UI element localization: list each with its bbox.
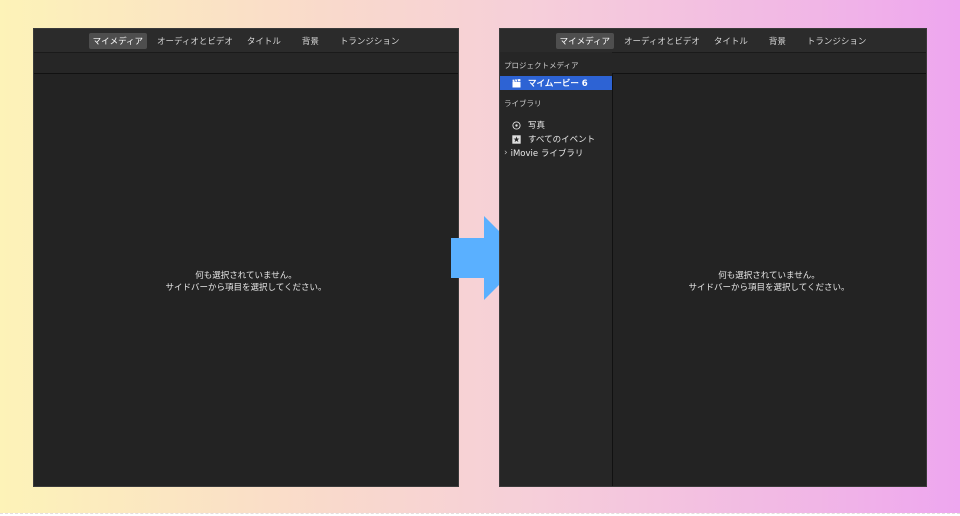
library-sidebar: プロジェクトメディア マイムービー 6 ライブラリ 写真 すべてのイベント › …	[500, 52, 613, 486]
tab-transitions[interactable]: トランジション	[803, 33, 871, 49]
empty-state-line-2: サイドバーから項目を選択してください。	[165, 283, 327, 293]
tab-backgrounds[interactable]: 背景	[765, 33, 790, 49]
star-icon	[512, 134, 521, 144]
sidebar-item-all-events[interactable]: すべてのイベント	[500, 132, 612, 146]
tab-my-media[interactable]: マイメディア	[88, 32, 147, 49]
tab-my-media[interactable]: マイメディア	[555, 32, 614, 49]
sidebar-item-project[interactable]: マイムービー 6	[500, 76, 612, 90]
tab-backgrounds[interactable]: 背景	[298, 33, 323, 49]
media-tabs: マイメディア オーディオとビデオ タイトル 背景 トランジション	[500, 29, 926, 52]
clapperboard-icon	[512, 78, 521, 88]
sidebar-item-label: 写真	[528, 121, 546, 131]
tab-transitions[interactable]: トランジション	[336, 33, 404, 49]
tab-titles[interactable]: タイトル	[243, 33, 285, 49]
chevron-right-icon[interactable]: ›	[504, 148, 508, 158]
sidebar-item-photos[interactable]: 写真	[500, 118, 612, 132]
browser-toolbar	[612, 52, 926, 74]
empty-state-message: 何も選択されていません。 サイドバーから項目を選択してください。	[34, 270, 458, 294]
project-media-header: プロジェクトメディア	[504, 61, 579, 70]
sidebar-item-label: iMovie ライブラリ	[510, 149, 584, 159]
tab-audio-video[interactable]: オーディオとビデオ	[153, 33, 237, 49]
library-header: ライブラリ	[504, 99, 542, 108]
imovie-browser-before: マイメディア オーディオとビデオ タイトル 背景 トランジション 何も選択されて…	[33, 28, 459, 487]
sidebar-item-imovie-library[interactable]: › iMovie ライブラリ	[500, 146, 612, 160]
browser-toolbar	[34, 52, 458, 74]
photos-icon	[512, 120, 521, 130]
tab-audio-video[interactable]: オーディオとビデオ	[620, 33, 704, 49]
empty-state-line-1: 何も選択されていません。	[718, 271, 820, 281]
sidebar-item-label: マイムービー 6	[528, 79, 588, 89]
empty-state-line-2: サイドバーから項目を選択してください。	[688, 283, 850, 293]
empty-state-line-1: 何も選択されていません。	[195, 271, 297, 281]
tab-titles[interactable]: タイトル	[710, 33, 752, 49]
empty-state-message: 何も選択されていません。 サイドバーから項目を選択してください。	[612, 270, 926, 294]
media-tabs: マイメディア オーディオとビデオ タイトル 背景 トランジション	[34, 29, 458, 52]
sidebar-item-label: すべてのイベント	[528, 135, 596, 145]
imovie-browser-after: マイメディア オーディオとビデオ タイトル 背景 トランジション プロジェクトメ…	[499, 28, 927, 487]
